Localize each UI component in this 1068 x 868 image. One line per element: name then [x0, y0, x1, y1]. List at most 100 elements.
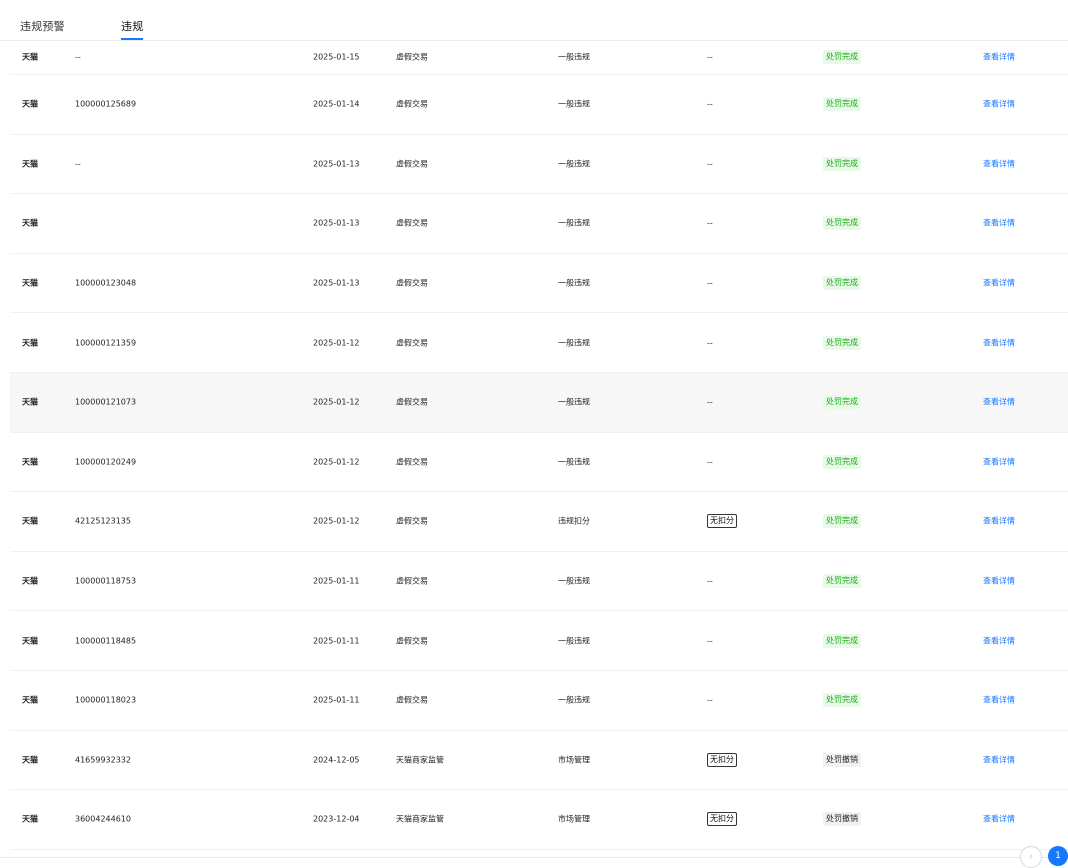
platform-cell: 天猫: [22, 278, 38, 288]
status-badge: 处罚完成: [823, 395, 861, 410]
violation-level-cell: 一般违规: [558, 576, 590, 586]
violation-id-cell: 41659932332: [75, 755, 131, 765]
date-cell: 2025-01-13: [313, 218, 360, 228]
view-details-link[interactable]: 查看详情: [983, 814, 1015, 825]
status-badge: 处罚撤销: [823, 812, 861, 827]
status-badge: 处罚完成: [823, 216, 861, 231]
deduct-value: --: [707, 695, 713, 705]
deduct-points-cell: --: [707, 457, 713, 466]
violation-level-cell: 一般违规: [558, 159, 590, 169]
status-badge: 处罚完成: [823, 633, 861, 648]
status-cell: 处罚完成: [823, 276, 861, 291]
status-cell: 处罚撤销: [823, 752, 861, 767]
view-details-link[interactable]: 查看详情: [983, 516, 1015, 527]
deduct-points-cell: --: [707, 696, 713, 705]
table-row: 天猫 41659932332 2024-12-05 天猫商家监管 市场管理 无扣分 处罚撤销…: [10, 731, 1068, 791]
platform-cell: 天猫: [22, 159, 38, 169]
deduct-points-cell: --: [707, 338, 713, 347]
deduct-points-cell: --: [707, 398, 713, 407]
violation-type-cell: 虚假交易: [396, 397, 428, 407]
date-cell: 2025-01-12: [313, 457, 360, 467]
view-details-link[interactable]: 查看详情: [983, 52, 1015, 63]
no-deduct-tag: 无扣分: [707, 514, 737, 529]
status-cell: 处罚完成: [823, 514, 861, 529]
status-badge: 处罚完成: [823, 156, 861, 171]
violation-id-cell: 42125123135: [75, 516, 131, 526]
violation-type-cell: 虚假交易: [396, 338, 428, 348]
date-cell: 2025-01-14: [313, 99, 360, 109]
status-cell: 处罚完成: [823, 633, 861, 648]
violation-type-cell: 虚假交易: [396, 52, 428, 62]
violation-id-cell: 100000118753: [75, 576, 137, 586]
view-details-link[interactable]: 查看详情: [983, 158, 1015, 169]
violation-type-cell: 虚假交易: [396, 695, 428, 705]
platform-cell: 天猫: [22, 397, 38, 407]
violation-id-cell: 100000121359: [75, 338, 137, 348]
table-row: 天猫 42125123135 2025-01-12 虚假交易 违规扣分 无扣分 处罚完成 查看…: [10, 492, 1068, 552]
deduct-points-cell: --: [707, 636, 713, 645]
violation-level-cell: 一般违规: [558, 457, 590, 467]
date-cell: 2023-12-04: [313, 814, 360, 824]
status-badge: 处罚完成: [823, 276, 861, 291]
view-details-link[interactable]: 查看详情: [983, 337, 1015, 348]
view-details-link[interactable]: 查看详情: [983, 278, 1015, 289]
view-details-link[interactable]: 查看详情: [983, 635, 1015, 646]
date-cell: 2025-01-12: [313, 397, 360, 407]
violation-type-cell: 虚假交易: [396, 516, 428, 526]
pagination-prev-button[interactable]: ‹: [1020, 846, 1042, 868]
view-details-link[interactable]: 查看详情: [983, 218, 1015, 229]
pagination-page-1[interactable]: 1: [1048, 846, 1068, 866]
violation-id-cell: 100000118485: [75, 636, 137, 646]
date-cell: 2025-01-12: [313, 338, 360, 348]
table-row: 天猫 100000121359 2025-01-12 虚假交易 一般违规 -- 处罚完成 查看…: [10, 313, 1068, 373]
tab-violation-warning[interactable]: 违规预警: [20, 18, 65, 34]
status-cell: 处罚完成: [823, 574, 861, 589]
view-details-link[interactable]: 查看详情: [983, 456, 1015, 467]
view-details-link[interactable]: 查看详情: [983, 397, 1015, 408]
violation-id-cell: 36004244610: [75, 814, 131, 824]
platform-cell: 天猫: [22, 576, 38, 586]
violation-level-cell: 一般违规: [558, 338, 590, 348]
violation-type-cell: 天猫商家监管: [396, 814, 444, 824]
date-cell: 2025-01-12: [313, 516, 360, 526]
view-details-link[interactable]: 查看详情: [983, 754, 1015, 765]
table-row: 天猫 100000125689 2025-01-14 虚假交易 一般违规 -- 处罚完成 查看…: [10, 75, 1068, 135]
deduct-value: --: [707, 576, 713, 586]
violation-level-cell: 违规扣分: [558, 516, 590, 526]
platform-cell: 天猫: [22, 695, 38, 705]
status-cell: 处罚完成: [823, 395, 861, 410]
violation-level-cell: 一般违规: [558, 218, 590, 228]
table-row: 天猫 100000118023 2025-01-11 虚假交易 一般违规 -- 处罚完成 查看…: [10, 671, 1068, 731]
deduct-points-cell: 无扣分: [707, 514, 737, 529]
violation-level-cell: 市场管理: [558, 814, 590, 824]
deduct-value: --: [707, 397, 713, 407]
view-details-link[interactable]: 查看详情: [983, 576, 1015, 587]
date-cell: 2024-12-05: [313, 755, 360, 765]
violation-id-cell: --: [75, 159, 81, 169]
violation-id-cell: 100000121073: [75, 397, 137, 407]
platform-cell: 天猫: [22, 99, 38, 109]
date-cell: 2025-01-11: [313, 636, 360, 646]
status-badge: 处罚完成: [823, 454, 861, 469]
violation-type-cell: 虚假交易: [396, 99, 428, 109]
date-cell: 2025-01-11: [313, 576, 360, 586]
platform-cell: 天猫: [22, 457, 38, 467]
status-badge: 处罚完成: [823, 693, 861, 708]
violation-id-cell: 100000120249: [75, 457, 137, 467]
view-details-link[interactable]: 查看详情: [983, 99, 1015, 110]
status-badge: 处罚完成: [823, 574, 861, 589]
deduct-value: --: [707, 457, 713, 467]
date-cell: 2025-01-11: [313, 695, 360, 705]
violation-type-cell: 虚假交易: [396, 576, 428, 586]
view-details-link[interactable]: 查看详情: [983, 695, 1015, 706]
status-badge: 处罚完成: [823, 97, 861, 112]
status-cell: 处罚完成: [823, 454, 861, 469]
table-row: 天猫 100000118485 2025-01-11 虚假交易 一般违规 -- 处罚完成 查看…: [10, 611, 1068, 671]
tab-violations[interactable]: 违规: [121, 18, 143, 34]
violation-level-cell: 一般违规: [558, 278, 590, 288]
table-row: 天猫 100000118753 2025-01-11 虚假交易 一般违规 -- 处罚完成 查看…: [10, 552, 1068, 612]
date-cell: 2025-01-13: [313, 159, 360, 169]
status-badge: 处罚完成: [823, 514, 861, 529]
deduct-points-cell: 无扣分: [707, 812, 737, 827]
violation-level-cell: 市场管理: [558, 755, 590, 765]
